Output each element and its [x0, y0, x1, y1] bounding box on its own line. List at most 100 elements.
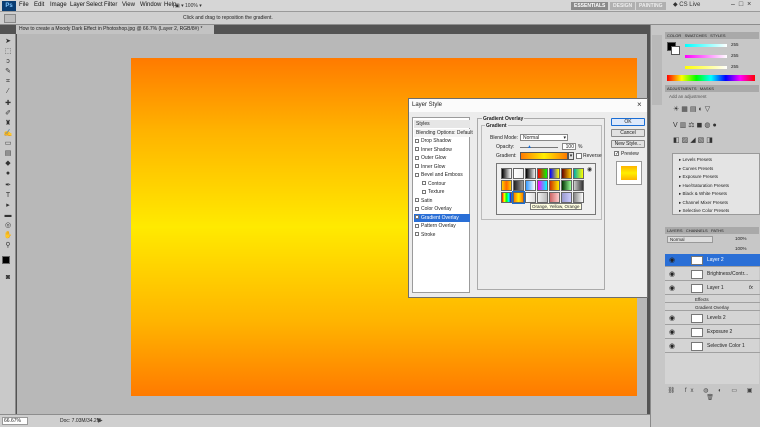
gradient-picker[interactable]: [520, 152, 568, 160]
r-slider[interactable]: [685, 44, 727, 47]
style-item[interactable]: Bevel and Emboss: [414, 171, 470, 179]
style-item[interactable]: Outer Glow: [414, 154, 470, 162]
workspace-essentials[interactable]: ESSENTIALS: [571, 2, 609, 10]
menu-help[interactable]: Help: [164, 2, 176, 8]
style-item[interactable]: Gradient Overlay: [414, 213, 470, 222]
adjustment-icons-row-3[interactable]: ◧▨◢▧◨: [673, 136, 715, 144]
gradient-preset-swatch[interactable]: [537, 180, 548, 191]
layer-row[interactable]: ◉ Brightness/Contr...: [665, 268, 760, 281]
cancel-button[interactable]: Cancel: [611, 129, 645, 137]
color-ramp[interactable]: [667, 75, 755, 81]
move-tool-icon[interactable]: [4, 14, 16, 23]
eye-icon[interactable]: ◉: [669, 343, 676, 350]
ok-button[interactable]: OK: [611, 118, 645, 126]
style-checkbox[interactable]: [415, 164, 419, 169]
document-tab[interactable]: How to create a Moody Dark Effect in Pho…: [16, 25, 214, 34]
gradient-preset-swatch[interactable]: [561, 180, 572, 191]
eye-icon[interactable]: ◉: [669, 257, 676, 264]
layer-row[interactable]: Gradient Overlay: [665, 304, 760, 311]
r-value[interactable]: 255: [731, 42, 745, 48]
b-value[interactable]: 255: [731, 64, 745, 70]
style-checkbox[interactable]: [415, 206, 419, 211]
style-item[interactable]: Styles: [414, 120, 470, 128]
menu-file[interactable]: File: [19, 2, 29, 8]
quick-mask-icon[interactable]: ◙: [3, 274, 13, 282]
gradient-tool-icon[interactable]: ▤: [3, 150, 13, 158]
zoom-tool-icon[interactable]: ⚲: [3, 242, 13, 250]
style-item[interactable]: Color Overlay: [414, 205, 470, 213]
menu-view[interactable]: View: [122, 2, 135, 8]
new-style-button[interactable]: New Style...: [611, 140, 645, 148]
opacity-slider-thumb-icon[interactable]: ▲: [527, 144, 532, 150]
gradient-preset-swatch[interactable]: [501, 192, 512, 203]
gradient-preset-swatch[interactable]: [525, 180, 536, 191]
move-tool-icon[interactable]: ➤: [3, 38, 13, 46]
preset-item[interactable]: ▸ Selective Color Presets: [679, 207, 760, 214]
preview-checkbox[interactable]: ✓: [614, 151, 619, 157]
brush-tool-icon[interactable]: ✐: [3, 110, 13, 118]
dodge-tool-icon[interactable]: ●: [3, 170, 13, 178]
gradient-preset-swatch[interactable]: [501, 180, 512, 191]
layer-fill[interactable]: 100%: [735, 246, 747, 251]
tab-color[interactable]: COLOR: [667, 33, 681, 38]
preset-item[interactable]: ▸ Levels Presets: [679, 156, 760, 163]
status-menu-arrow-icon[interactable]: ▶: [98, 417, 103, 424]
style-item[interactable]: Contour: [414, 180, 470, 188]
style-item[interactable]: Stroke: [414, 231, 470, 239]
eyedropper-tool-icon[interactable]: ⁄: [3, 88, 13, 96]
eye-icon[interactable]: ◉: [669, 329, 676, 336]
preset-item[interactable]: ▸ Black & White Presets: [679, 190, 760, 197]
eraser-tool-icon[interactable]: ▭: [3, 140, 13, 148]
menu-image[interactable]: Image: [50, 2, 67, 8]
bg-color-chip[interactable]: [671, 46, 680, 55]
style-checkbox[interactable]: [415, 223, 419, 228]
style-checkbox[interactable]: [422, 189, 426, 194]
close-icon[interactable]: ×: [637, 100, 642, 109]
style-checkbox[interactable]: [415, 138, 419, 143]
history-brush-tool-icon[interactable]: ✍: [3, 130, 13, 138]
tab-paths[interactable]: PATHS: [711, 228, 724, 233]
gradient-preset-swatch[interactable]: [525, 168, 536, 179]
style-checkbox[interactable]: [415, 172, 419, 177]
layer-opacity[interactable]: 100%: [735, 236, 747, 241]
b-slider[interactable]: [685, 66, 727, 69]
gradient-preset-swatch[interactable]: [561, 168, 572, 179]
gradient-dropdown-icon[interactable]: ▾: [568, 152, 574, 160]
menu-layer[interactable]: Layer: [70, 2, 85, 8]
healing-tool-icon[interactable]: ✚: [3, 100, 13, 108]
gradient-preset-swatch[interactable]: [512, 191, 525, 204]
quick-select-tool-icon[interactable]: ✎: [3, 68, 13, 76]
path-select-tool-icon[interactable]: ▸: [3, 202, 13, 210]
style-item[interactable]: Inner Shadow: [414, 146, 470, 154]
layer-row[interactable]: ◉ Layer 1 fx: [665, 282, 760, 295]
blend-mode-select[interactable]: Normal: [667, 236, 713, 243]
popup-menu-arrow-icon[interactable]: ◉: [587, 166, 592, 173]
style-checkbox[interactable]: [415, 198, 419, 203]
eye-icon[interactable]: ◉: [669, 315, 676, 322]
adjustments-panel-tabs[interactable]: ADJUSTMENTS MASKS: [665, 85, 759, 92]
menu-window[interactable]: Window: [140, 2, 161, 8]
shape-tool-icon[interactable]: ▬: [3, 212, 13, 220]
hand-tool-icon[interactable]: ✋: [3, 232, 13, 240]
style-item[interactable]: Satin: [414, 197, 470, 205]
layers-panel-tabs[interactable]: LAYERS CHANNELS PATHS: [665, 227, 759, 234]
menu-edit[interactable]: Edit: [34, 2, 44, 8]
layer-row[interactable]: Effects: [665, 296, 760, 303]
foreground-color-swatch[interactable]: [2, 256, 10, 264]
gradient-preset-swatch[interactable]: [537, 192, 548, 203]
style-checkbox[interactable]: [422, 181, 426, 186]
stamp-tool-icon[interactable]: ♜: [3, 120, 13, 128]
zoom-level[interactable]: 100%: [185, 3, 198, 9]
g-slider[interactable]: [685, 55, 727, 58]
tab-adjustments[interactable]: ADJUSTMENTS: [667, 86, 697, 91]
tab-swatches[interactable]: SWATCHES: [685, 33, 707, 38]
opacity-slider[interactable]: [520, 147, 558, 148]
style-item[interactable]: Drop Shadow: [414, 137, 470, 145]
color-panel-tabs[interactable]: COLOR SWATCHES STYLES: [665, 32, 759, 39]
tab-styles[interactable]: STYLES: [710, 33, 725, 38]
layer-row[interactable]: ◉ Selective Color 1: [665, 340, 760, 353]
g-value[interactable]: 255: [731, 53, 745, 59]
preset-item[interactable]: ▸ Channel Mixer Presets: [679, 199, 760, 206]
layer-row[interactable]: ◉ Levels 2: [665, 312, 760, 325]
cs-live-button[interactable]: ◆ CS Live: [673, 1, 700, 8]
